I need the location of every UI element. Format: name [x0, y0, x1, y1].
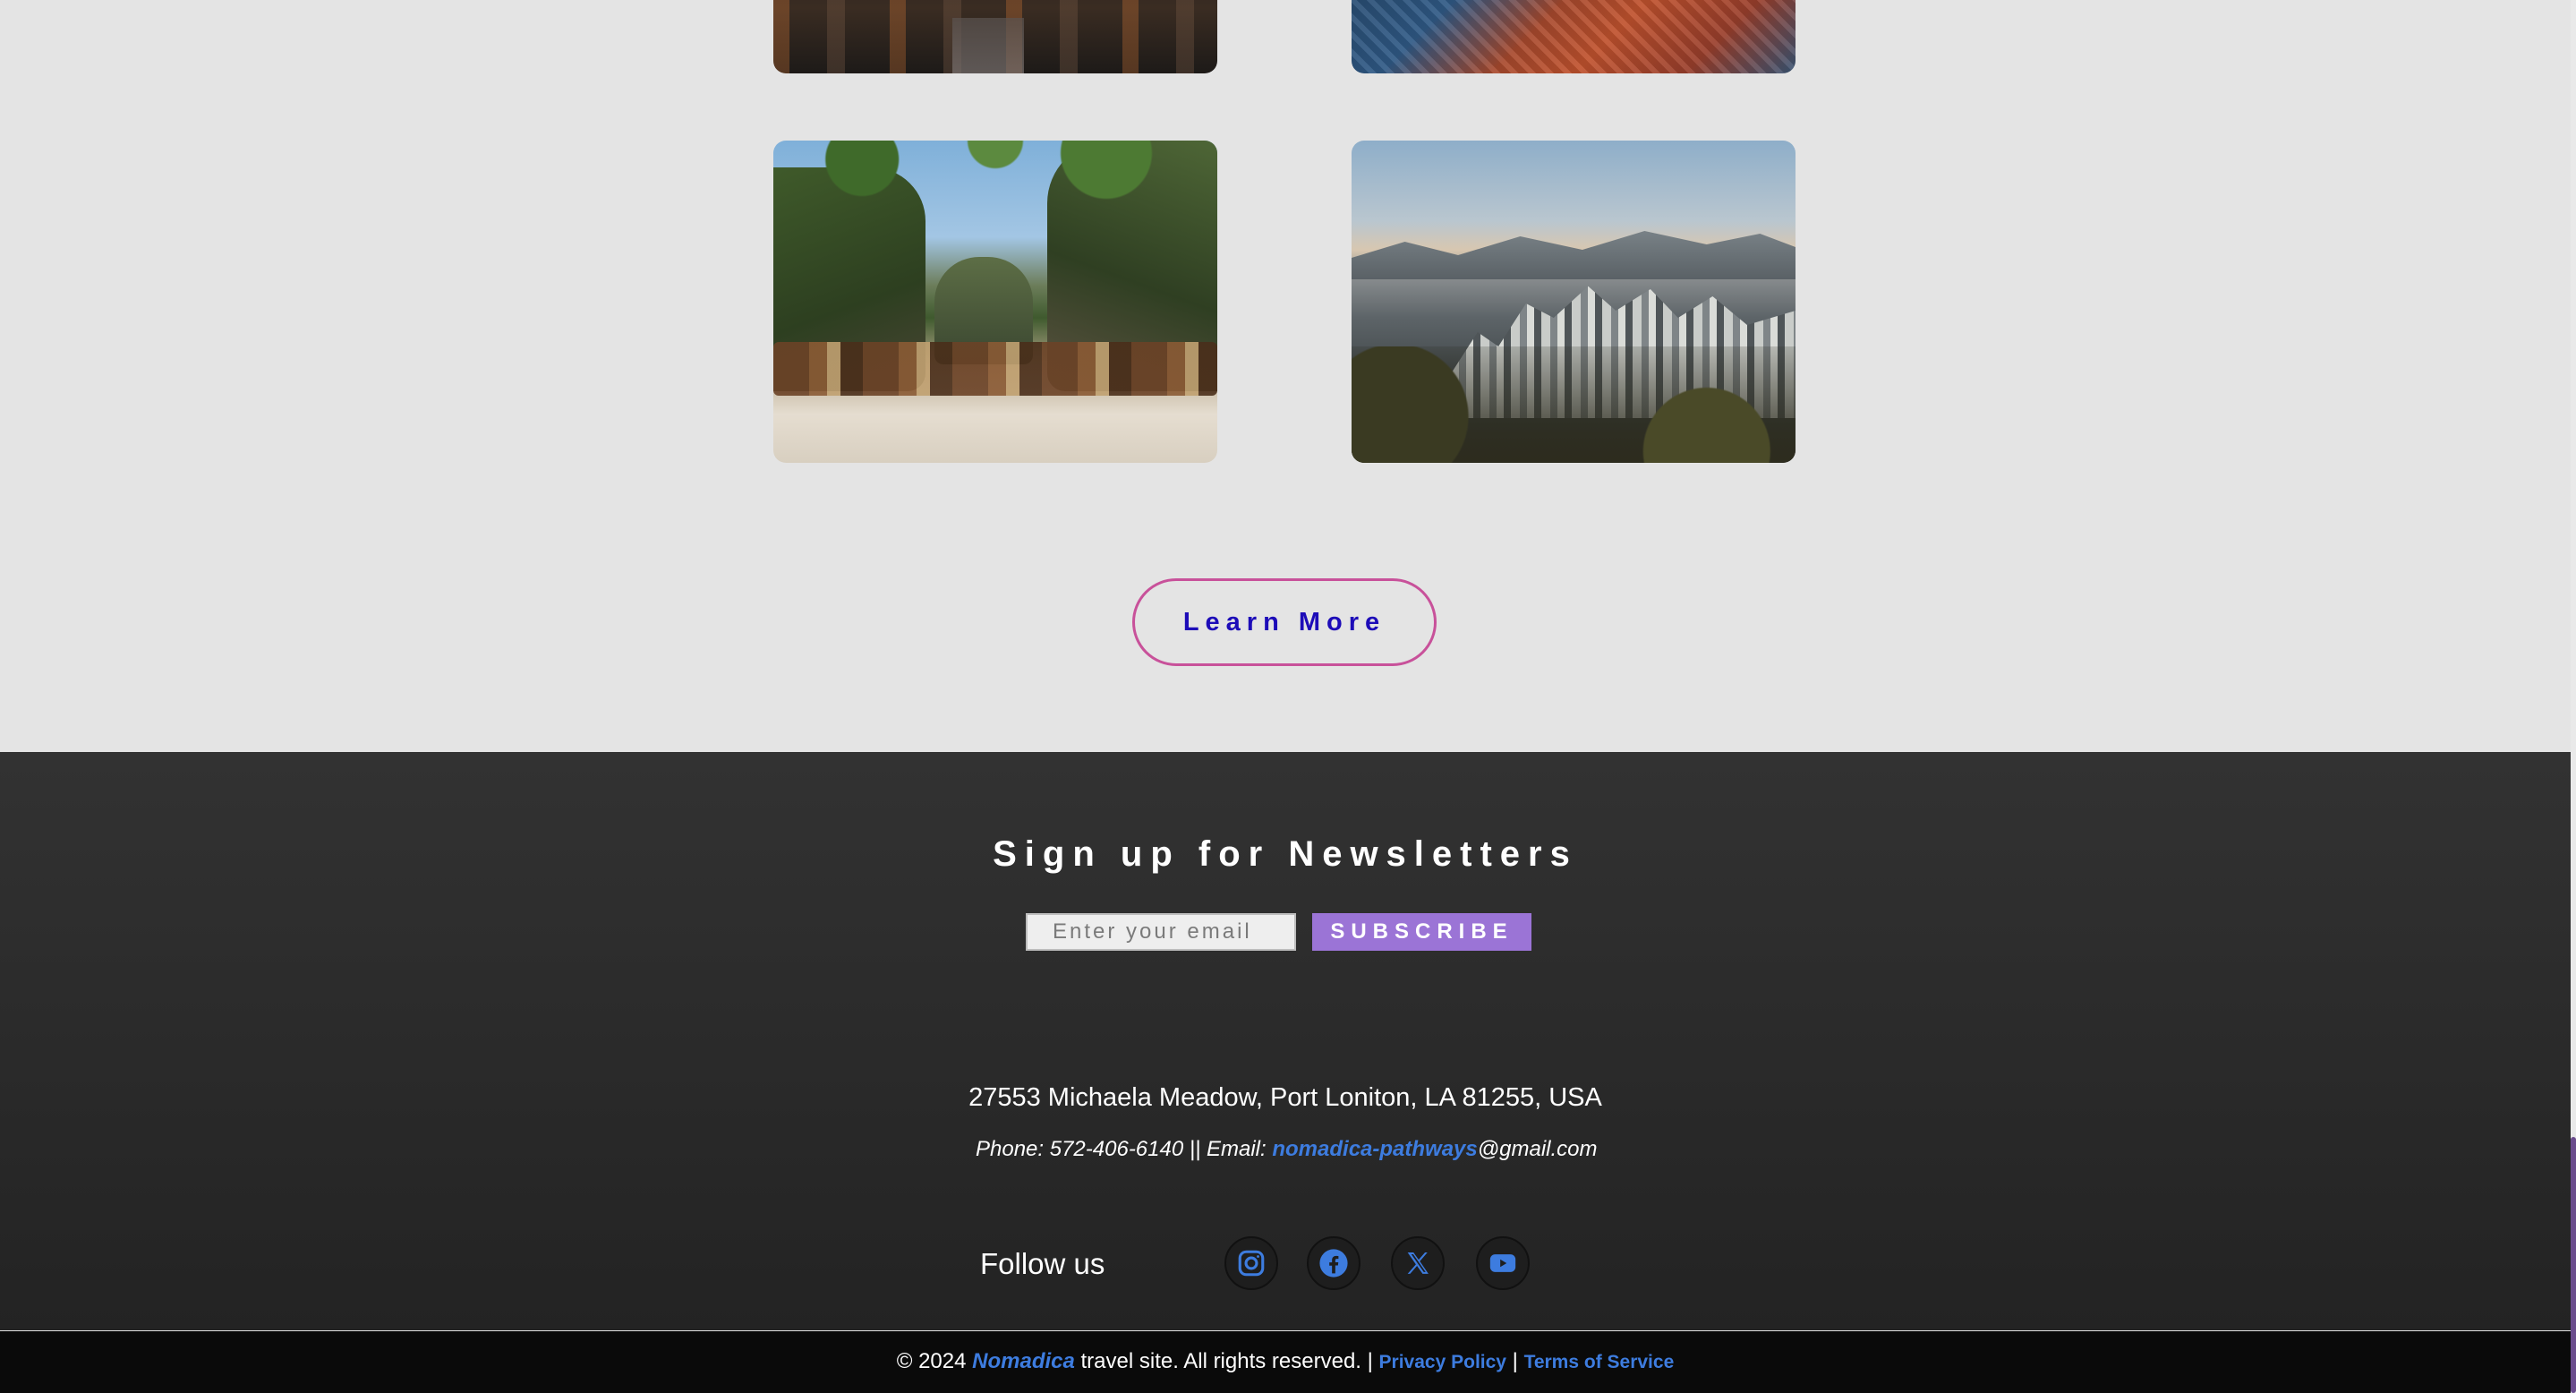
page: Learn More Sign up for Newsletters SUBSC… — [0, 0, 2571, 1393]
scrollbar-thumb[interactable] — [2571, 1137, 2576, 1393]
email-domain: @gmail.com — [1477, 1137, 1598, 1161]
mountain-range — [1352, 231, 1796, 279]
city-skyline-photo[interactable] — [1352, 141, 1796, 463]
tree-leaves — [773, 141, 1217, 203]
x-icon[interactable] — [1391, 1236, 1445, 1290]
longtail-boats — [773, 342, 1217, 396]
facebook-icon[interactable] — [1307, 1236, 1361, 1290]
brand-name: Nomadica — [972, 1349, 1075, 1373]
contact-line: Phone: 572-406-6140 || Email: nomadica-p… — [976, 1137, 1598, 1162]
privacy-policy-link[interactable]: Privacy Policy — [1379, 1352, 1506, 1372]
street-photo[interactable] — [773, 0, 1217, 73]
rooftops-photo[interactable] — [1352, 0, 1796, 73]
beach-boats-photo[interactable] — [773, 141, 1217, 463]
email-input[interactable] — [1026, 913, 1296, 951]
follow-us-label: Follow us — [980, 1247, 1105, 1280]
address: 27553 Michaela Meadow, Port Loniton, LA … — [968, 1083, 1602, 1112]
email-link[interactable]: nomadica-pathways — [1272, 1137, 1477, 1161]
learn-more-button[interactable]: Learn More — [1132, 578, 1437, 666]
scrollbar-track[interactable] — [2571, 0, 2576, 1393]
copyright-bar: © 2024 Nomadica travel site. All rights … — [0, 1331, 2571, 1393]
foreground-trees — [1352, 346, 1796, 463]
newsletter-title: Sign up for Newsletters — [993, 834, 1578, 874]
site-footer: Sign up for Newsletters SUBSCRIBE 27553 … — [0, 752, 2571, 1330]
copyright-text: © 2024 Nomadica travel site. All rights … — [0, 1349, 2571, 1374]
copyright-prefix: © 2024 — [896, 1349, 973, 1373]
subscribe-button[interactable]: SUBSCRIBE — [1312, 913, 1531, 951]
copyright-suffix: travel site. All rights reserved. | — [1074, 1349, 1379, 1373]
link-separator: | — [1506, 1349, 1524, 1373]
terms-of-service-link[interactable]: Terms of Service — [1524, 1352, 1675, 1372]
phone-text: Phone: 572-406-6140 || Email: — [976, 1137, 1273, 1161]
destinations-gallery: Learn More — [0, 0, 2571, 752]
instagram-icon[interactable] — [1224, 1236, 1278, 1290]
youtube-icon[interactable] — [1476, 1236, 1530, 1290]
